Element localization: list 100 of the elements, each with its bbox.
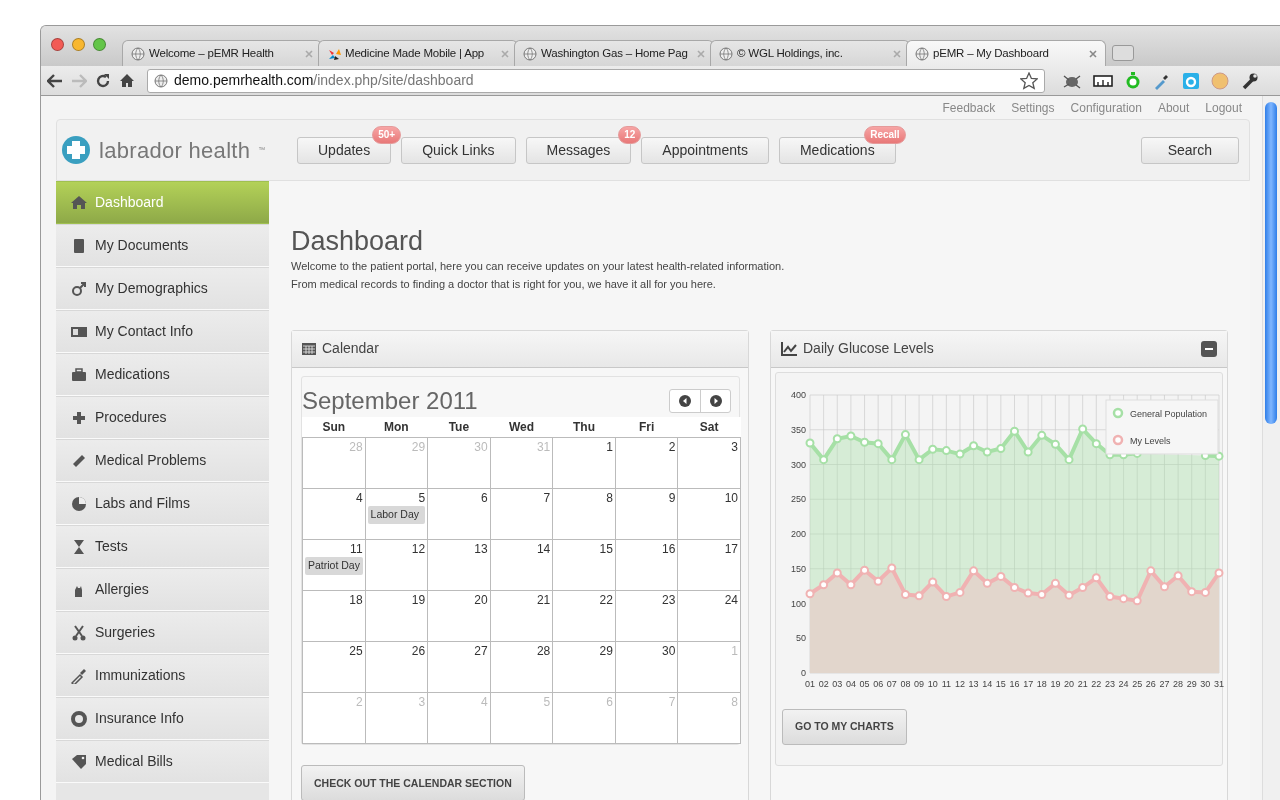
y-tick-label: 100 [790,598,806,609]
browser-tab[interactable]: pEMR – My Dashboard [906,40,1106,66]
charts-button[interactable]: GO TO MY CHARTS [782,708,907,745]
reload-icon[interactable] [95,72,111,89]
globe-icon [154,73,168,88]
sidebar-item[interactable]: Surgeries [56,611,269,654]
data-point [982,578,992,588]
globe-icon [131,46,145,61]
close-tab-icon[interactable] [501,49,509,58]
count-badge: 50+ [372,125,402,144]
close-tab-icon[interactable] [1089,49,1097,58]
day-number[interactable]: 5 [367,490,426,507]
sidebar-item[interactable]: Insurance Info [56,697,269,740]
x-tick-label: 09 [914,678,925,689]
male-sign-icon [71,280,87,297]
sidebar-item[interactable]: My Documents [56,224,269,267]
x-tick-label: 10 [927,678,938,689]
line-chart-icon [781,341,797,356]
close-window-button[interactable] [51,37,64,51]
data-point [996,443,1006,453]
x-tick-label: 28 [1173,678,1184,689]
x-tick-label: 20 [1064,678,1075,689]
calendar-section-button[interactable]: CHECK OUT THE CALENDAR SECTION [301,765,525,800]
stopwatch-icon[interactable] [1125,71,1141,90]
new-tab-button[interactable] [1112,45,1134,61]
data-point [900,429,910,439]
x-tick-label: 24 [1118,678,1129,689]
calendar-event[interactable]: Patriot Day [305,557,363,576]
data-point [1037,430,1047,440]
cross-logo-icon [61,135,91,165]
data-point [1078,582,1088,592]
close-tab-icon[interactable] [305,49,313,58]
sidebar-item[interactable]: My Contact Info [56,310,269,353]
sidebar-item[interactable]: Procedures [56,396,269,439]
back-icon[interactable] [47,73,63,88]
data-point [1050,439,1060,449]
sidebar-item[interactable]: Medications [56,353,269,396]
circle-icon[interactable] [1211,71,1229,90]
data-point [1037,589,1047,599]
month-title: September 2011 [302,386,478,416]
close-tab-icon[interactable] [893,49,901,58]
minimize-window-button[interactable] [72,37,85,51]
x-tick-label: 17 [1023,678,1034,689]
minus-icon [1205,347,1213,350]
x-tick-label: 19 [1050,678,1061,689]
briefcase-icon [71,366,87,383]
nav-button[interactable]: Appointments [641,136,769,164]
book-icon [71,237,87,254]
data-point [805,588,815,598]
sidebar-item[interactable]: Labs and Films [56,482,269,525]
data-point [996,571,1006,581]
data-point [860,565,870,575]
x-tick-label: 30 [1200,678,1211,689]
sidebar-item[interactable]: Allergies [56,568,269,611]
y-tick-label: 300 [790,459,806,470]
wrench-icon[interactable] [1241,71,1259,90]
dropper-icon [71,667,87,684]
close-tab-icon[interactable] [697,49,705,58]
sidebar-item[interactable]: My Demographics [56,267,269,310]
tag-icon [71,753,87,770]
data-point [846,431,856,441]
x-tick-label: 27 [1159,678,1170,689]
x-tick-label: 01 [805,678,815,689]
sidebar-item[interactable]: Medical Problems [56,439,269,482]
zoom-window-button[interactable] [93,37,106,51]
panel-title: Daily Glucose Levels [803,339,934,359]
legend-label: My Levels [1130,435,1171,446]
x-tick-label: 31 [1214,678,1224,689]
ruler-icon[interactable] [1093,74,1113,87]
data-point [969,566,979,575]
data-point [1146,566,1156,575]
data-point [914,454,924,464]
x-tick-label: 21 [1077,678,1088,689]
globe-icon [915,46,929,61]
day-number[interactable]: 11 [305,541,363,558]
data-point [941,445,951,455]
sidebar-item[interactable]: Immunizations [56,654,269,697]
calendar-event[interactable]: Labor Day [367,506,426,525]
address-bar[interactable]: demo.pemrhealth.com/index.php/site/dashboard [147,68,1045,93]
x-tick-label: 14 [982,678,993,689]
star-icon[interactable] [1020,71,1038,90]
search-button[interactable]: Search [1140,136,1239,164]
data-point [1200,587,1210,597]
x-tick-label: 25 [1132,678,1143,689]
home-icon[interactable] [119,73,135,88]
data-point [832,433,842,443]
scrollbar-thumb[interactable] [1265,102,1277,424]
calendar-icon [302,342,316,356]
data-point [887,454,897,464]
data-point [1132,595,1142,605]
sidebar-item[interactable]: Medical Bills [56,740,269,783]
sidebar-item[interactable]: Tests [56,525,269,568]
collapse-button[interactable] [1201,340,1217,357]
nav-button[interactable]: Quick Links [401,136,516,164]
legend-label: General Population [1130,408,1208,419]
data-point [819,454,829,464]
data-point [955,449,965,459]
data-point [1119,593,1129,603]
x-tick-label: 22 [1091,678,1102,689]
weekday-header: Sun [302,417,366,438]
